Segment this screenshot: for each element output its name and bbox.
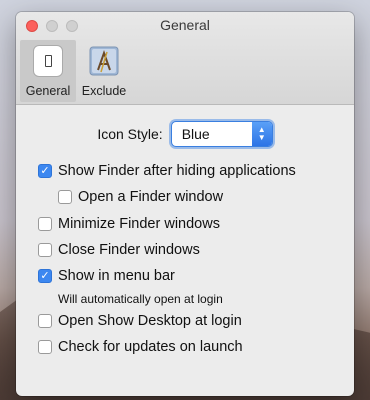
general-icon xyxy=(31,44,65,78)
title-bar: General General Exclude xyxy=(16,12,354,105)
icon-style-row: Icon Style: Blue ▲ ▼ xyxy=(16,121,354,147)
option-label: Show in menu bar xyxy=(58,268,175,284)
option-show-in-menu-bar[interactable]: ✓ Show in menu bar xyxy=(38,268,175,284)
checkbox[interactable] xyxy=(38,217,52,231)
tab-general-label: General xyxy=(25,84,71,98)
checkbox[interactable] xyxy=(38,340,52,354)
checkbox[interactable] xyxy=(58,190,72,204)
option-label: Minimize Finder windows xyxy=(58,216,220,232)
option-minimize-finder-windows[interactable]: Minimize Finder windows xyxy=(38,216,220,232)
option-label: Show Finder after hiding applications xyxy=(58,163,296,179)
up-down-arrows-icon: ▲ ▼ xyxy=(251,122,272,146)
checkbox[interactable] xyxy=(38,243,52,257)
applications-folder-icon xyxy=(87,44,121,78)
option-label: Close Finder windows xyxy=(58,242,200,258)
checkbox[interactable]: ✓ xyxy=(38,164,52,178)
option-check-updates[interactable]: Check for updates on launch xyxy=(38,339,243,355)
icon-style-value: Blue xyxy=(181,126,210,142)
option-label: Open a Finder window xyxy=(78,189,224,205)
option-open-finder-window[interactable]: Open a Finder window xyxy=(58,189,223,205)
option-open-at-login[interactable]: Open Show Desktop at login xyxy=(38,313,242,329)
window-title: General xyxy=(160,17,210,33)
menu-bar-note: Will automatically open at login xyxy=(58,292,223,306)
icon-style-label: Icon Style: xyxy=(97,126,163,142)
option-close-finder-windows[interactable]: Close Finder windows xyxy=(38,242,200,258)
icon-style-select[interactable]: Blue ▲ ▼ xyxy=(170,121,273,147)
option-label: Open Show Desktop at login xyxy=(58,313,242,329)
tab-general[interactable]: General xyxy=(20,40,76,102)
checkbox[interactable]: ✓ xyxy=(38,269,52,283)
option-label: Check for updates on launch xyxy=(58,339,243,355)
tab-exclude[interactable]: Exclude xyxy=(76,40,132,102)
checkbox[interactable] xyxy=(38,314,52,328)
preferences-window: General General Exclude Icon Style: Blue… xyxy=(16,12,354,396)
toolbar: General Exclude xyxy=(20,40,132,102)
tab-exclude-label: Exclude xyxy=(81,84,127,98)
option-show-finder-after-hiding[interactable]: ✓ Show Finder after hiding applications xyxy=(38,163,296,179)
